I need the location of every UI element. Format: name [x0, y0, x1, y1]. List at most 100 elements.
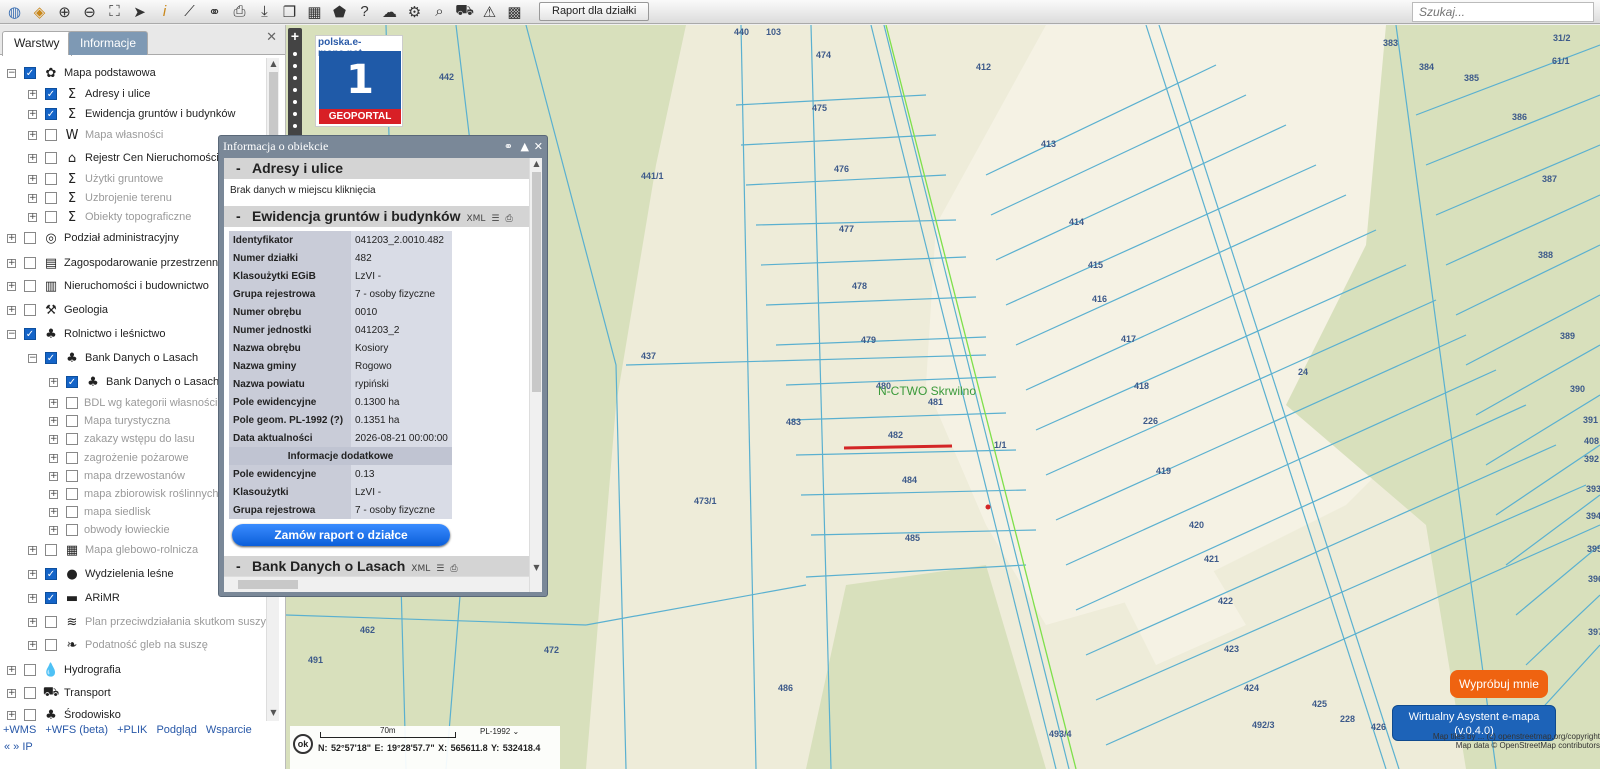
layer-row[interactable]: + Σ Uzbrojenie terenu [28, 188, 172, 208]
expand-toggle-icon[interactable]: + [28, 640, 37, 650]
expand-toggle-icon[interactable]: − [7, 329, 16, 339]
layer-checkbox[interactable] [24, 232, 36, 244]
expand-toggle-icon[interactable]: + [7, 305, 16, 315]
layer-checkbox[interactable] [45, 211, 57, 223]
parcel-label[interactable]: 391 [1583, 415, 1598, 425]
parcel-label[interactable]: 481 [928, 397, 943, 407]
layers-icon[interactable]: ◈ [29, 1, 50, 22]
parcel-label[interactable]: 24 [1298, 367, 1308, 377]
parcel-label[interactable]: 423 [1224, 644, 1239, 654]
shape-icon[interactable]: ⬟ [329, 1, 350, 22]
layer-row[interactable]: + ✓ ● Wydzielenia leśne [28, 564, 174, 584]
zoom-level-dot[interactable] [293, 76, 297, 80]
expand-toggle-icon[interactable]: − [7, 68, 16, 78]
parcel-label[interactable]: 422 [1218, 596, 1233, 606]
layer-row[interactable]: + ✓ Σ Ewidencja gruntów i budynków [28, 104, 235, 124]
expand-toggle-icon[interactable]: + [28, 193, 37, 203]
expand-toggle-icon[interactable]: + [7, 233, 16, 243]
parcel-label[interactable]: 394 [1586, 511, 1600, 521]
layer-row[interactable]: + W Mapa własności [28, 125, 163, 145]
expand-toggle-icon[interactable]: + [28, 153, 37, 163]
print-icon[interactable]: ⎙ [450, 564, 457, 574]
parcel-label[interactable]: 475 [812, 103, 827, 113]
expand-toggle-icon[interactable]: + [7, 688, 16, 698]
layer-row[interactable]: + mapa zbiorowisk roślinnych [49, 484, 219, 504]
layer-checkbox[interactable] [66, 415, 78, 427]
expand-toggle-icon[interactable]: + [7, 258, 16, 268]
zoom-level-dot[interactable] [293, 112, 297, 116]
expand-toggle-icon[interactable]: + [49, 416, 58, 426]
parcel-label[interactable]: 396 [1588, 574, 1600, 584]
parcel-label[interactable]: 424 [1244, 683, 1259, 693]
layer-row[interactable]: + ✓ ♣ Bank Danych o Lasach [49, 372, 219, 392]
layer-row[interactable]: + obwody łowieckie [49, 520, 170, 540]
layer-row[interactable]: + BDL wg kategorii własności [49, 393, 217, 413]
info-panel-hscrollbar[interactable] [224, 576, 529, 592]
parcel-label[interactable]: 413 [1041, 139, 1056, 149]
expand-toggle-icon[interactable]: + [49, 453, 58, 463]
expand-toggle-icon[interactable]: + [28, 593, 37, 603]
expand-toggle-icon[interactable]: + [7, 281, 16, 291]
zoom-out-icon[interactable]: ⊖ [79, 1, 100, 22]
layer-checkbox[interactable] [66, 506, 78, 518]
parcel-label[interactable]: 383 [1383, 38, 1398, 48]
layer-checkbox[interactable] [66, 524, 78, 536]
zoom-level-dot[interactable] [293, 124, 297, 128]
print-icon[interactable]: ⎙ [506, 214, 513, 224]
layer-row[interactable]: + ♣ Środowisko [7, 705, 121, 721]
parcel-label[interactable]: 390 [1570, 384, 1585, 394]
expand-toggle-icon[interactable]: + [49, 398, 58, 408]
xml-icon[interactable]: XML [411, 564, 430, 574]
copy-icon[interactable]: ❐ [279, 1, 300, 22]
close-icon[interactable]: ✕ [266, 29, 277, 45]
parcel-label[interactable]: 1/1 [994, 440, 1007, 450]
layer-row[interactable]: + ≋ Plan przeciwdziałania skutkom suszy [28, 612, 266, 632]
link-icon[interactable]: ⚭ [504, 140, 513, 153]
parcel-label[interactable]: 228 [1340, 714, 1355, 724]
layer-checkbox[interactable]: ✓ [24, 328, 36, 340]
parcel-label[interactable]: 226 [1143, 416, 1158, 426]
zoom-plus-icon[interactable]: + [288, 28, 302, 44]
expand-toggle-icon[interactable]: + [49, 507, 58, 517]
print-icon[interactable]: ⎙ [229, 1, 250, 22]
geoportal-logo[interactable]: polska.e-mapa.net 1 GEOPORTAL [315, 35, 403, 127]
info-panel-scrollbar[interactable]: ▲ ▼ [529, 158, 542, 592]
info-icon[interactable]: i [154, 1, 175, 22]
settings-icon[interactable]: ⚙ [404, 1, 425, 22]
cloud-icon[interactable]: ☁ [379, 1, 400, 22]
parcel-label[interactable]: 388 [1538, 250, 1553, 260]
section-addresses[interactable]: - Adresy i ulice [224, 158, 529, 179]
expand-toggle-icon[interactable]: + [7, 665, 16, 675]
help-icon[interactable]: ? [354, 1, 375, 22]
zoom-level-dot[interactable] [293, 52, 297, 56]
layer-row[interactable]: + mapa siedlisk [49, 502, 151, 522]
cart-icon[interactable]: ⛟ [454, 1, 475, 22]
layer-row[interactable]: + zagrożenie pożarowe [49, 448, 189, 468]
parcel-label[interactable]: 492/3 [1252, 720, 1275, 730]
layer-checkbox[interactable] [66, 470, 78, 482]
crs-select[interactable]: PL-1992 ⌄ [480, 727, 519, 736]
layer-checkbox[interactable] [24, 709, 36, 721]
preview-link[interactable]: Podgląd [156, 724, 196, 736]
layer-checkbox[interactable]: ✓ [45, 592, 57, 604]
expand-toggle-icon[interactable]: + [28, 130, 37, 140]
report-button[interactable]: Raport dla działki [539, 2, 650, 21]
parcel-label[interactable]: 389 [1560, 331, 1575, 341]
layer-checkbox[interactable]: ✓ [45, 352, 57, 364]
parcel-label[interactable]: 397 [1588, 627, 1600, 637]
hscroll-thumb[interactable] [238, 580, 298, 589]
layer-row[interactable]: + ▦ Mapa glebowo-rolnicza [28, 540, 198, 560]
layer-row[interactable]: + ◎ Podział administracyjny [7, 228, 179, 248]
layer-row[interactable]: + ⚒ Geologia [7, 300, 108, 320]
zoom-level-dot[interactable] [293, 88, 297, 92]
zoom-level-dot[interactable] [293, 100, 297, 104]
parcel-label[interactable]: 421 [1204, 554, 1219, 564]
parcel-label[interactable]: 479 [861, 335, 876, 345]
layer-checkbox[interactable] [24, 304, 36, 316]
download-icon[interactable]: ⤓ [254, 1, 275, 22]
expand-toggle-icon[interactable]: − [28, 353, 37, 363]
parcel-label[interactable]: 478 [852, 281, 867, 291]
parcel-label[interactable]: 384 [1419, 62, 1434, 72]
scroll-down-icon[interactable]: ▼ [268, 708, 279, 720]
layer-checkbox[interactable] [45, 192, 57, 204]
